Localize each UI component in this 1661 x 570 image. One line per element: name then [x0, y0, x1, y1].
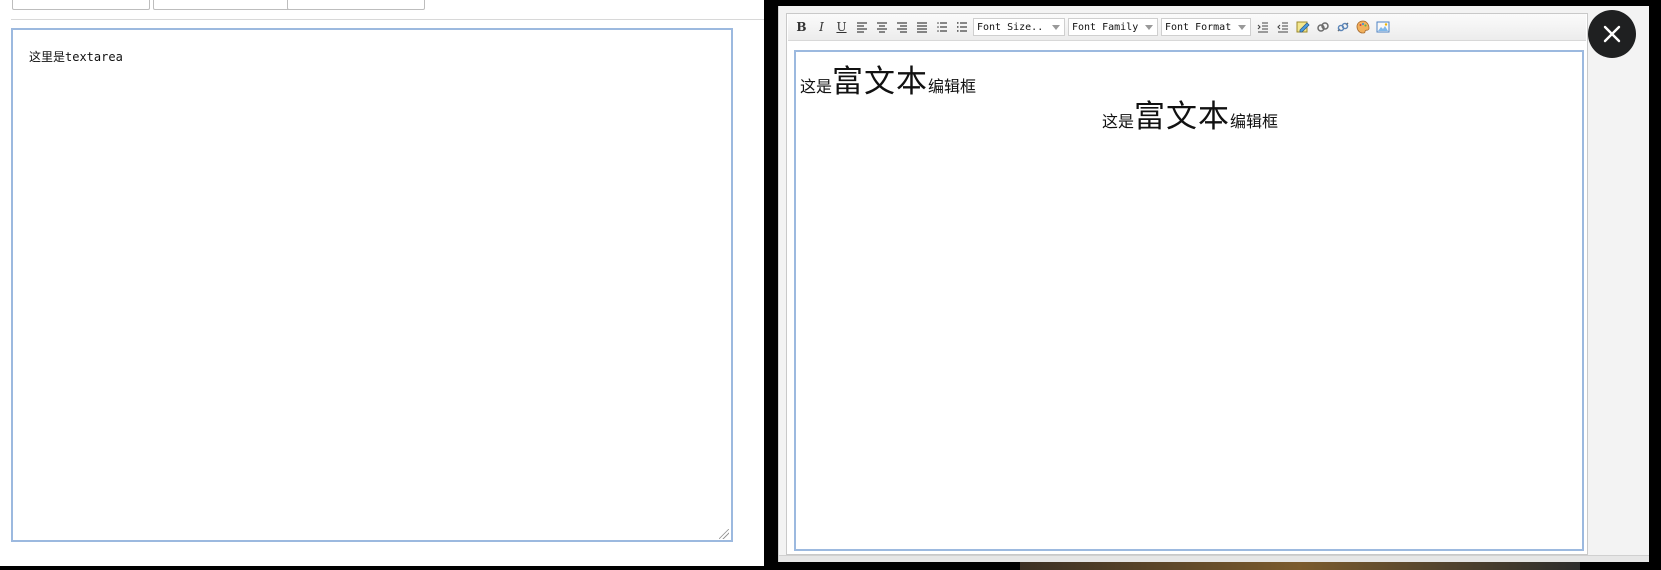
italic-button[interactable]: I [813, 18, 830, 36]
section-divider [11, 19, 764, 20]
color-palette-icon [1356, 20, 1369, 34]
font-size-select[interactable]: Font Size.. [973, 18, 1065, 36]
line2-large-text: 富文本 [1134, 99, 1231, 135]
editor-toolbar: B I U Font Size.. Font Family Font Forma… [788, 14, 1586, 41]
indent-button[interactable] [1254, 18, 1271, 36]
editor-panel-bottom-edge [779, 555, 1649, 562]
close-icon [1603, 25, 1621, 43]
link-icon [1316, 22, 1329, 32]
ordered-list-button[interactable] [933, 18, 950, 36]
bold-button[interactable]: B [793, 18, 810, 36]
rich-text-editor-panel: B I U Font Size.. Font Family Font Forma… [778, 6, 1649, 562]
top-input-field-3[interactable] [287, 0, 425, 10]
ordered-list-icon [936, 22, 947, 32]
align-right-icon [896, 22, 907, 33]
unlink-button[interactable] [1334, 18, 1351, 36]
textarea-resize-handle[interactable] [719, 529, 729, 539]
edit-icon [1296, 21, 1310, 33]
line2-suffix: 编辑框 [1230, 112, 1279, 131]
line1-prefix: 这是 [800, 77, 833, 96]
line1-suffix: 编辑框 [928, 77, 977, 96]
unordered-list-icon [956, 22, 967, 32]
rich-text-line-1: 这是富文本编辑框 [800, 56, 976, 101]
close-button[interactable] [1588, 10, 1636, 58]
color-button[interactable] [1354, 18, 1371, 36]
background-strip [1020, 562, 1580, 570]
align-left-icon [856, 22, 867, 33]
justify-button[interactable] [913, 18, 930, 36]
align-justify-icon [916, 22, 927, 33]
font-family-select[interactable]: Font Family [1068, 18, 1158, 36]
underline-button[interactable]: U [833, 18, 850, 36]
align-center-icon [876, 22, 887, 33]
rich-text-content-area[interactable]: 这是富文本编辑框 这是富文本编辑框 [794, 50, 1584, 551]
plain-textarea[interactable] [11, 28, 733, 542]
indent-icon [1257, 22, 1268, 33]
top-input-field-2[interactable] [153, 0, 291, 10]
align-right-button[interactable] [893, 18, 910, 36]
rich-text-editor: B I U Font Size.. Font Family Font Forma… [786, 13, 1588, 555]
insert-image-button[interactable] [1374, 18, 1391, 36]
image-icon [1376, 21, 1389, 33]
font-format-select[interactable]: Font Format [1161, 18, 1251, 36]
unlink-icon [1337, 22, 1348, 32]
top-input-field-1[interactable] [12, 0, 150, 10]
unordered-list-button[interactable] [953, 18, 970, 36]
left-textarea-panel [0, 0, 764, 566]
rich-text-line-2: 这是富文本编辑框 [1102, 91, 1278, 136]
line2-prefix: 这是 [1102, 112, 1135, 131]
outdent-button[interactable] [1274, 18, 1291, 36]
outdent-icon [1276, 22, 1288, 33]
link-button[interactable] [1314, 18, 1331, 36]
edit-html-button[interactable] [1294, 18, 1311, 36]
align-center-button[interactable] [873, 18, 890, 36]
align-left-button[interactable] [853, 18, 870, 36]
line1-large-text: 富文本 [832, 64, 929, 100]
